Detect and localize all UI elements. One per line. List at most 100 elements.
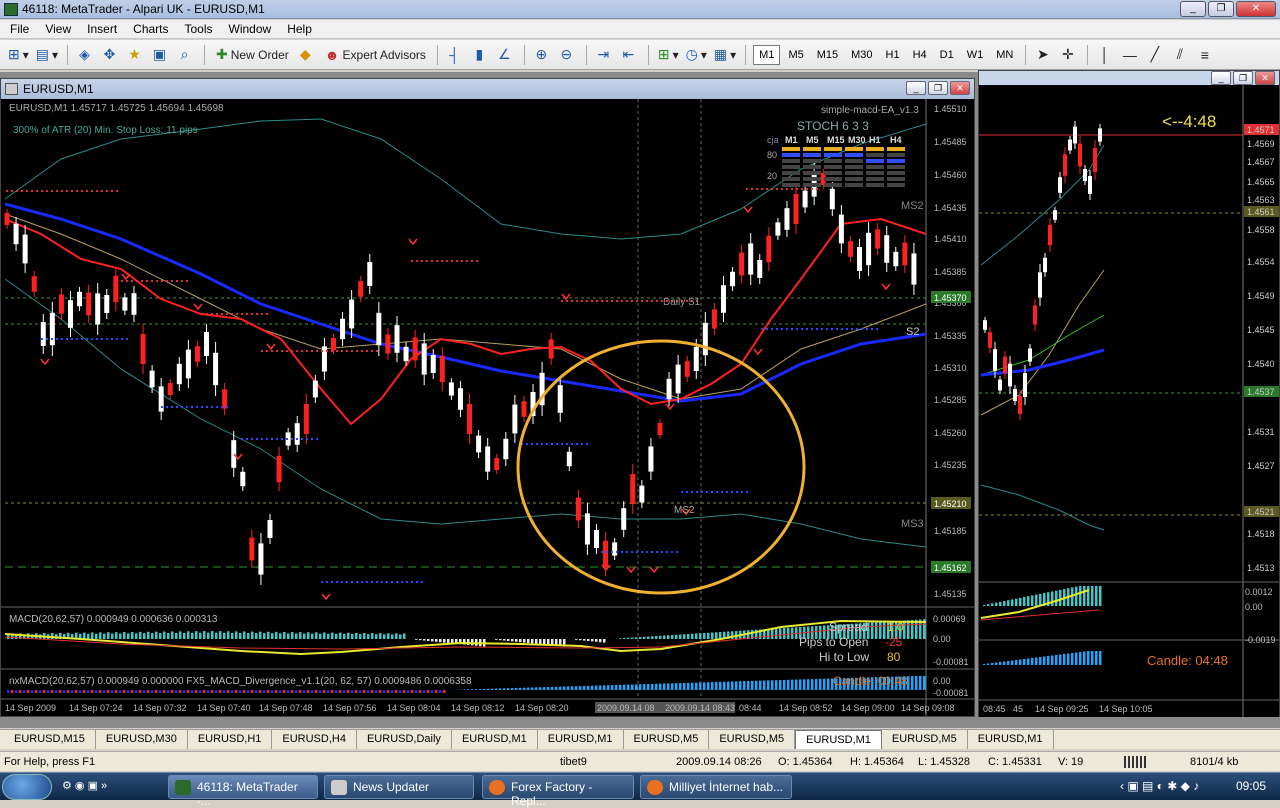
nxmacd-tick-1: -0.00081 [933,688,969,698]
tf-d1[interactable]: D1 [935,45,959,65]
menu-file[interactable]: File [2,22,37,36]
chart-tab[interactable]: EURUSD,M1 [452,730,538,749]
tf-m15[interactable]: M15 [812,45,843,65]
tf-m5[interactable]: M5 [783,45,808,65]
task-milliyet[interactable]: Milliyet İnternet hab... [640,775,792,799]
menu-view[interactable]: View [37,22,79,36]
side-price-tick: 1.4561 [1247,207,1275,217]
maximize-button[interactable]: ❐ [1208,1,1234,17]
chart-shift-button[interactable]: ⇤ [619,44,641,66]
daily-s1-label: Daily S1 [663,297,701,308]
side-price-tick: 1.4567 [1247,157,1275,167]
side-price-chart[interactable]: <--4:48 1.45711.45691.45671.45651.45631.… [979,85,1279,717]
minimize-button[interactable]: _ [1180,1,1206,17]
chart-tab[interactable]: EURUSD,M5 [624,730,710,749]
tf-w1[interactable]: W1 [962,45,989,65]
price-tick: 1.45185 [934,526,967,536]
status-close: C: 1.45331 [988,756,1042,768]
stoch-tf-label: M1 [785,135,798,145]
chart-maximize-button[interactable]: ❐ [928,81,948,95]
tf-h4[interactable]: H4 [908,45,932,65]
autoscroll-button[interactable]: ⇥ [594,44,616,66]
price-tick: 1.45485 [934,137,967,147]
price-tick: 1.45435 [934,203,967,213]
app-title-bar: 46118: MetaTrader - Alpari UK - EURUSD,M… [0,0,1280,19]
bar-chart-button[interactable]: ┤ [445,44,467,66]
main-price-chart[interactable]: EURUSD,M1 1.45717 1.45725 1.45694 1.4569… [1,99,974,716]
vertical-line-tool[interactable]: │ [1095,44,1117,66]
new-order-button[interactable]: ✚New Order [212,44,293,66]
tf-mn[interactable]: MN [991,45,1018,65]
chart-tab[interactable]: EURUSD,M5 [882,730,968,749]
chart-tab[interactable]: EURUSD,M30 [96,730,188,749]
profiles-button[interactable]: ▤▾ [34,44,60,66]
side-close-button[interactable]: ✕ [1255,71,1275,85]
macd-tick-1: 0.00 [933,634,951,644]
menu-insert[interactable]: Insert [79,22,125,36]
close-button[interactable]: ✕ [1236,1,1276,17]
chart-tab[interactable]: EURUSD,H4 [272,730,357,749]
trendline-tool[interactable]: ╱ [1145,44,1167,66]
side-candle-countdown: Candle: 04:48 [1147,653,1228,668]
stoch-tf-label: M15 [827,135,845,145]
stoch-tf-label: H1 [869,135,881,145]
start-button[interactable] [2,774,52,800]
new-order-label: New Order [231,48,289,62]
horizontal-line-tool[interactable]: — [1120,44,1142,66]
terminal-button[interactable]: ▣ [150,44,172,66]
side-price-tick: 1.4565 [1247,177,1275,187]
menu-charts[interactable]: Charts [125,22,176,36]
task-news-updater[interactable]: News Updater [324,775,474,799]
favorites-button[interactable]: ★ [125,44,147,66]
chart-minimize-button[interactable]: _ [906,81,926,95]
periods-button[interactable]: ◷▾ [684,44,709,66]
time-tick: 14 Sep 09:08 [901,703,955,713]
ea-name: simple-macd-EA_v1.3 [821,105,919,116]
chart-tab[interactable]: EURUSD,M5 [709,730,795,749]
metaeditor-button[interactable]: ◆ [296,44,318,66]
side-chart-window: _ ❐ ✕ <--4:48 1.45711.45691.45671.45651.… [978,70,1280,717]
chart-tab[interactable]: EURUSD,M1 [795,730,882,749]
chart-tab[interactable]: EURUSD,M1 [538,730,624,749]
status-open: O: 1.45364 [778,756,832,768]
vertical-line-icon: │ [1100,47,1109,63]
tf-h1[interactable]: H1 [881,45,905,65]
task-forex-factory[interactable]: Forex Factory - Repl... [482,775,634,799]
task-metatrader[interactable]: 46118: MetaTrader -... [168,775,318,799]
navigator-button[interactable]: ✥ [100,44,122,66]
tf-m30[interactable]: M30 [846,45,877,65]
tester-button[interactable]: ⌕ [175,44,197,66]
menu-window[interactable]: Window [221,22,280,36]
chart-tab[interactable]: EURUSD,M15 [4,730,96,749]
zoom-in-button[interactable]: ⊕ [532,44,554,66]
menu-help[interactable]: Help [279,22,320,36]
indicators-button[interactable]: ⊞▾ [656,44,681,66]
tf-m1[interactable]: M1 [753,45,780,65]
side-maximize-button[interactable]: ❐ [1233,71,1253,85]
price-tick: 1.45510 [934,104,967,114]
new-chart-button[interactable]: ⊞▾ [6,44,31,66]
chart-tab[interactable]: EURUSD,M1 [968,730,1054,749]
navigator-icon: ✥ [104,46,116,63]
horizontal-line-icon: — [1123,47,1137,63]
chart-close-button[interactable]: ✕ [950,81,970,95]
time-tick: 14 Sep 08:04 [387,703,441,713]
channel-tool[interactable]: ⫽ [1170,44,1192,66]
crosshair-tool[interactable]: ✛ [1058,44,1080,66]
nxmacd-title: nxMACD(20,62,57) 0.000949 0.000000 FX5_M… [9,676,472,687]
side-minimize-button[interactable]: _ [1211,71,1231,85]
chart-tab[interactable]: EURUSD,H1 [188,730,273,749]
candle-chart-button[interactable]: ▮ [470,44,492,66]
cursor-tool[interactable]: ➤ [1033,44,1055,66]
market-watch-icon: ◈ [79,46,90,63]
zoom-out-button[interactable]: ⊖ [557,44,579,66]
ms3-label: MS3 [901,518,924,530]
fibonacci-tool[interactable]: ≡ [1195,44,1217,66]
templates-button[interactable]: ▦▾ [712,44,738,66]
market-watch-button[interactable]: ◈ [75,44,97,66]
chart-tab[interactable]: EURUSD,Daily [357,730,452,749]
menu-tools[interactable]: Tools [177,22,221,36]
expert-advisors-button[interactable]: ☻Expert Advisors [321,44,430,66]
nxmacd-tick-0: 0.00 [933,676,951,686]
line-chart-button[interactable]: ∠ [495,44,517,66]
